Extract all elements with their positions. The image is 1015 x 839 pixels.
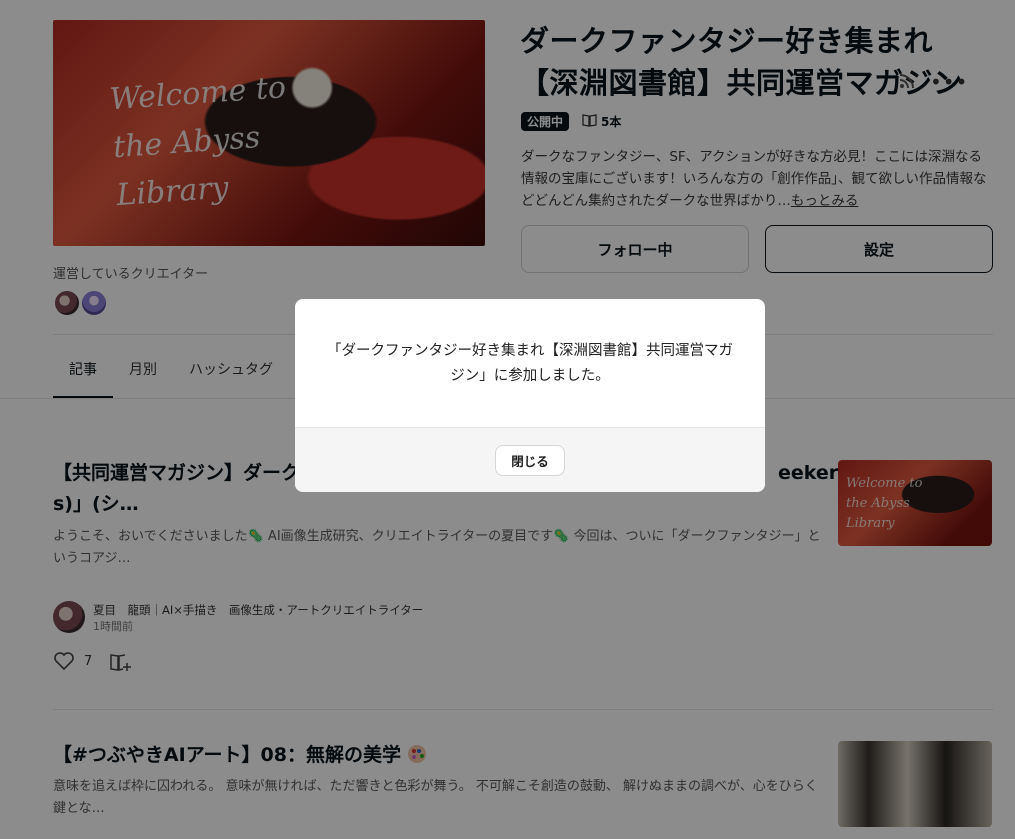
close-button[interactable]: 閉じる: [495, 445, 565, 476]
dialog-footer: 閉じる: [295, 427, 765, 492]
join-confirmation-dialog: 「ダークファンタジー好き集まれ【深淵図書館】共同運営マガジン」に参加しました。 …: [295, 299, 765, 492]
dialog-message: 「ダークファンタジー好き集まれ【深淵図書館】共同運営マガジン」に参加しました。: [327, 343, 733, 384]
